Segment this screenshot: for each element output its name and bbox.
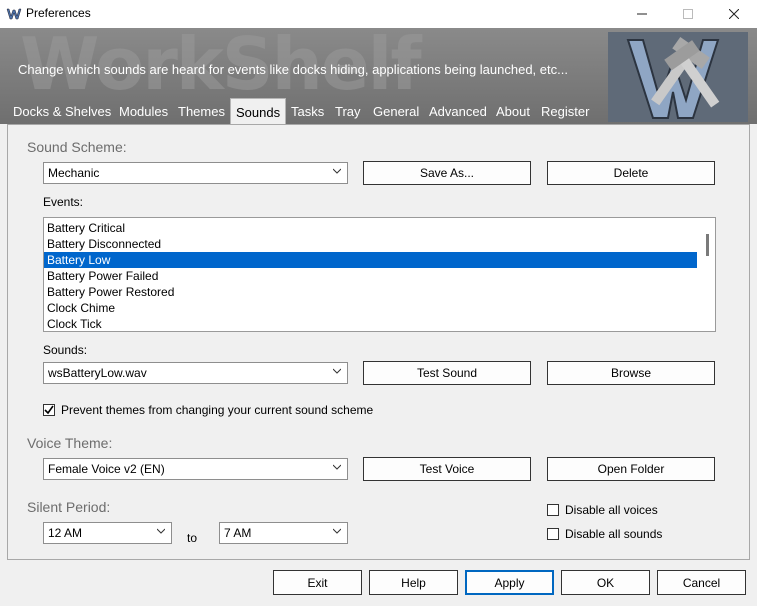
disable-sounds-label: Disable all sounds	[565, 527, 663, 541]
tab-register[interactable]: Register	[536, 100, 594, 122]
minimize-icon	[637, 13, 647, 15]
sound-file-select[interactable]: wsBatteryLow.wav	[43, 362, 348, 384]
chevron-down-icon	[157, 528, 165, 534]
sound-scheme-select[interactable]: Mechanic	[43, 162, 348, 184]
chevron-down-icon	[333, 168, 341, 174]
sounds-label: Sounds:	[43, 343, 88, 357]
title-bar: Preferences	[0, 0, 757, 28]
maximize-icon	[683, 9, 693, 19]
workshelf-app-icon	[6, 8, 22, 20]
chevron-down-icon	[333, 368, 341, 374]
apply-button[interactable]: Apply	[465, 570, 554, 595]
maximize-button[interactable]	[665, 0, 711, 28]
chevron-down-icon	[333, 464, 341, 470]
silent-to-select[interactable]: 7 AM	[219, 522, 348, 544]
chevron-down-icon	[333, 528, 341, 534]
tab-advanced[interactable]: Advanced	[424, 100, 492, 122]
list-item[interactable]: Battery Disconnected	[44, 236, 697, 252]
banner-description: Change which sounds are heard for events…	[18, 62, 568, 77]
tab-modules[interactable]: Modules	[114, 100, 173, 122]
disable-sounds-checkbox[interactable]	[547, 528, 559, 540]
events-label: Events:	[43, 195, 84, 209]
prevent-themes-checkbox[interactable]	[43, 404, 55, 416]
window-title: Preferences	[26, 6, 91, 20]
cancel-button[interactable]: Cancel	[657, 570, 746, 595]
delete-button[interactable]: Delete	[547, 161, 715, 185]
ok-button[interactable]: OK	[561, 570, 650, 595]
list-item[interactable]: Battery Critical	[44, 220, 697, 236]
silent-to-value: 7 AM	[224, 526, 252, 540]
sound-file-value: wsBatteryLow.wav	[48, 366, 147, 380]
list-item[interactable]: Clock Chime	[44, 300, 697, 316]
tab-docks-shelves[interactable]: Docks & Shelves	[8, 100, 116, 122]
tab-general[interactable]: General	[368, 100, 424, 122]
prevent-themes-label: Prevent themes from changing your curren…	[61, 403, 374, 417]
minimize-button[interactable]	[619, 0, 665, 28]
events-scrollbar[interactable]	[706, 234, 709, 256]
save-as-button[interactable]: Save As...	[363, 161, 531, 185]
events-list[interactable]: Battery Critical Battery Disconnected Ba…	[43, 217, 716, 332]
sounds-panel	[7, 124, 750, 560]
silent-to-label: to	[187, 531, 198, 545]
tab-tasks[interactable]: Tasks	[286, 100, 329, 122]
silent-from-select[interactable]: 12 AM	[43, 522, 172, 544]
voice-theme-label: Voice Theme:	[27, 435, 113, 451]
voice-theme-value: Female Voice v2 (EN)	[48, 462, 165, 476]
silent-period-label: Silent Period:	[27, 499, 111, 515]
test-sound-button[interactable]: Test Sound	[363, 361, 531, 385]
close-button[interactable]	[711, 0, 757, 28]
tab-tray[interactable]: Tray	[330, 100, 366, 122]
disable-voices-label: Disable all voices	[565, 503, 658, 517]
sound-scheme-label: Sound Scheme:	[27, 139, 127, 155]
open-folder-button[interactable]: Open Folder	[547, 457, 715, 481]
voice-theme-select[interactable]: Female Voice v2 (EN)	[43, 458, 348, 480]
workshelf-tools-logo-icon	[608, 32, 748, 122]
silent-from-value: 12 AM	[48, 526, 83, 540]
tab-about[interactable]: About	[491, 100, 535, 122]
list-item[interactable]: Battery Power Restored	[44, 284, 697, 300]
exit-button[interactable]: Exit	[273, 570, 362, 595]
disable-voices-checkbox[interactable]	[547, 504, 559, 516]
tab-sounds[interactable]: Sounds	[230, 98, 287, 125]
test-voice-button[interactable]: Test Voice	[363, 457, 531, 481]
sound-scheme-value: Mechanic	[48, 166, 100, 180]
tab-themes[interactable]: Themes	[173, 100, 230, 122]
list-item-selected[interactable]: Battery Low	[44, 252, 697, 268]
close-icon	[729, 9, 739, 19]
help-button[interactable]: Help	[369, 570, 458, 595]
list-item[interactable]: Clock Tick	[44, 316, 697, 331]
checkmark-icon	[44, 405, 54, 415]
list-item[interactable]: Battery Power Failed	[44, 268, 697, 284]
browse-button[interactable]: Browse	[547, 361, 715, 385]
